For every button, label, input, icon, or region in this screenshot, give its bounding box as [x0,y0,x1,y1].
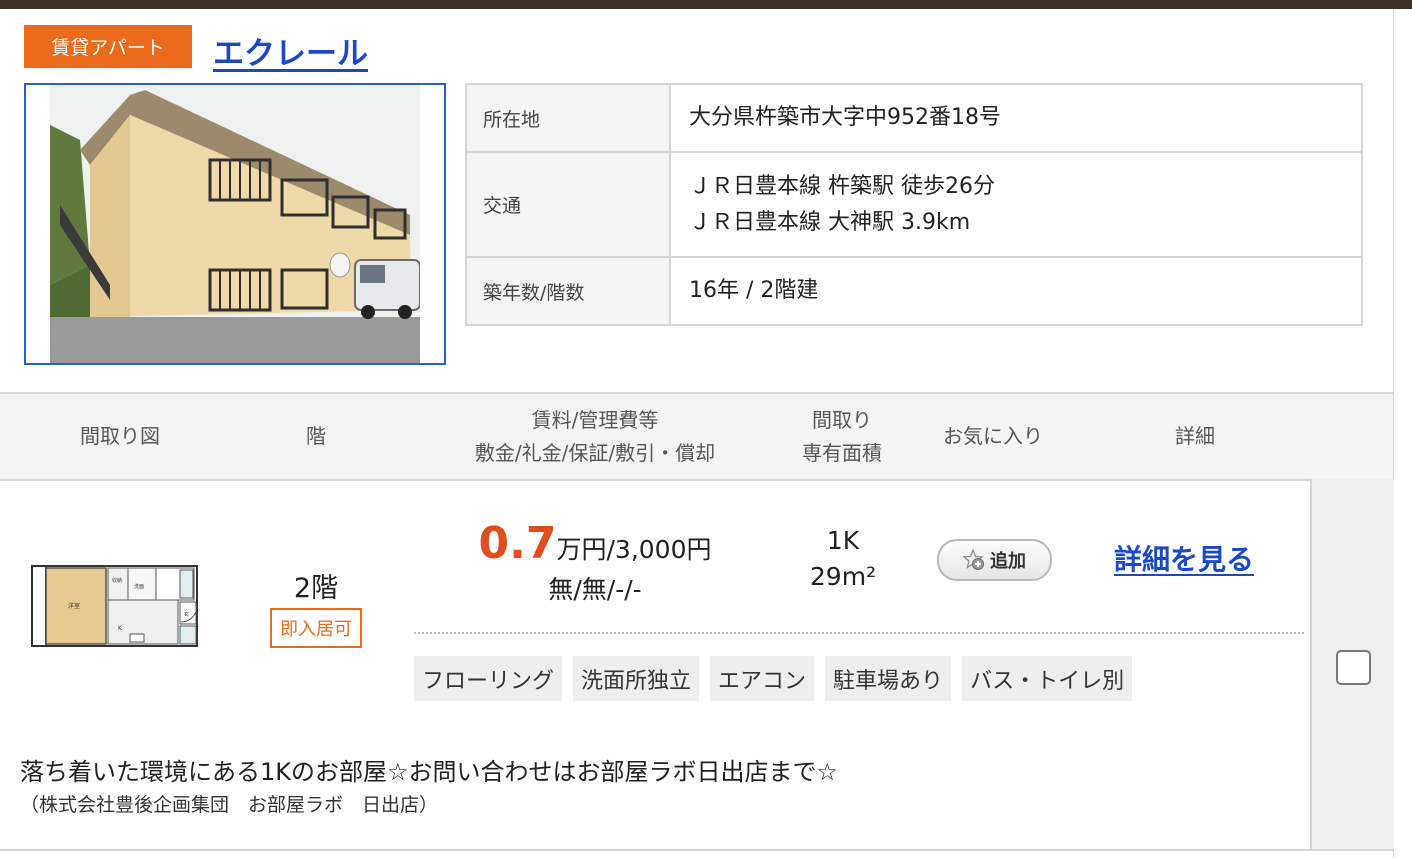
feature-tag: エアコン [710,656,815,701]
header-rent-line2: 敷金/礼金/保証/敷引・償却 [474,440,716,465]
header-floorplan: 間取り図 [40,394,200,479]
top-bar [0,0,1412,9]
info-label-access: 交通 [465,151,671,258]
floorplan-label-wash: 洗面 [134,583,144,590]
deposit-terms: 無/無/-/- [548,575,642,604]
header-floor-label: 階 [306,424,326,448]
header-layout: 間取り 専有面積 [782,394,902,479]
access-line-2: ＪＲ日豊本線 大神駅 3.9km [689,209,971,235]
units-table-header: 間取り図 階 賃料/管理費等 敷金/礼金/保証/敷引・償却 間取り 専有面積 お… [0,392,1393,481]
feature-tag: 洗面所独立 [573,656,700,701]
rent-line: 0.7万円/3,000円 [420,518,770,569]
property-info-table: 所在地 大分県杵築市大字中952番18号 交通 ＪＲ日豊本線 杵築駅 徒歩26分… [465,83,1363,326]
header-detail-label: 詳細 [1175,424,1215,448]
address-text: 大分県杵築市大字中952番18号 [689,105,1001,130]
star-plus-icon [963,549,984,570]
dotted-divider [414,632,1304,634]
header-favorite: お気に入り [922,394,1064,479]
management-fee: /3,000円 [606,535,712,564]
rent-value: 0.7 [478,518,557,569]
layout-type: 1K [826,526,860,555]
unit-floor: 2階 [293,573,339,604]
header-favorite-label: お気に入り [943,424,1043,448]
info-label-age-floors: 築年数/階数 [465,256,671,326]
agency-name: （株式会社豊後企画集団 お部屋ラボ 日出店） [20,794,439,816]
rent-unit: 万円 [556,535,607,564]
header-rent-line1: 賃料/管理費等 [531,407,659,432]
unit-select-checkbox[interactable] [1336,650,1371,685]
property-type-badge: 賃貸アパート [24,25,192,68]
property-photo[interactable] [24,83,446,365]
availability-badge: 即入居可 [270,608,362,648]
layout-area: 1K 29m² [790,523,896,595]
floorplan-image[interactable]: 洋室 収納 洗面 K 玄 [30,560,202,652]
floorplan-label-entrance: 玄 [184,611,189,618]
info-value-access: ＪＲ日豊本線 杵築駅 徒歩26分 ＪＲ日豊本線 大神駅 3.9km [669,151,1363,258]
header-floor: 階 [276,394,356,479]
feature-tag: フローリング [414,656,563,701]
page-right-gutter [1393,9,1412,858]
area-value: 29m² [809,562,877,591]
view-detail-link[interactable]: 詳細を見る [1114,538,1254,578]
building-photo-image [50,85,420,363]
header-layout-line2: 専有面積 [802,440,882,465]
header-detail: 詳細 [1135,394,1255,479]
info-label-address: 所在地 [465,83,671,153]
add-favorite-button[interactable]: 追加 [937,539,1052,581]
add-favorite-label: 追加 [990,551,1026,572]
info-row-address: 所在地 大分県杵築市大字中952番18号 [465,83,1363,153]
floorplan-label-western: 洋室 [68,602,80,610]
feature-tag: バス・トイレ別 [962,656,1133,701]
info-row-access: 交通 ＪＲ日豊本線 杵築駅 徒歩26分 ＪＲ日豊本線 大神駅 3.9km [465,151,1363,258]
header-layout-line1: 間取り [812,407,872,432]
info-value-address: 大分県杵築市大字中952番18号 [669,83,1363,153]
feature-tag: 駐車場あり [825,656,952,701]
feature-tags: フローリング 洗面所独立 エアコン 駐車場あり バス・トイレ別 [414,656,1133,701]
unit-comment: 落ち着いた環境にある1Kのお部屋☆お問い合わせはお部屋ラボ日出店まで☆ [20,758,839,786]
age-floors-text: 16年 / 2階建 [689,278,819,303]
access-line-1: ＪＲ日豊本線 杵築駅 徒歩26分 [689,173,995,199]
header-rent: 賃料/管理費等 敷金/礼金/保証/敷引・償却 [430,394,760,479]
row-divider [0,849,1393,851]
property-name-link[interactable]: エクレール [213,28,368,73]
floorplan-label-storage: 収納 [112,577,122,584]
info-value-age-floors: 16年 / 2階建 [669,256,1363,326]
info-row-age-floors: 築年数/階数 16年 / 2階建 [465,256,1363,326]
header-floorplan-label: 間取り図 [80,424,160,448]
